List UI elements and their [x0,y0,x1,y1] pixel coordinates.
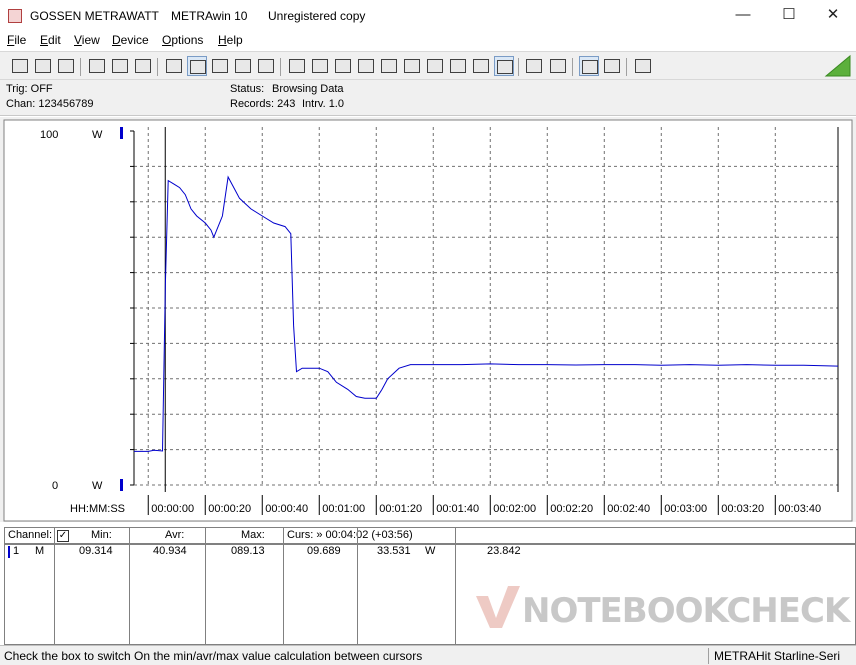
x-tick-label: 00:03:40 [778,503,821,515]
status-bar: Check the box to switch On the min/avr/m… [0,645,856,665]
xy-view-icon[interactable] [210,56,230,76]
row-cursor-1: 09.689 [307,545,341,557]
x-axis-label: HH:MM:SS [70,503,125,515]
row-min: 09.314 [79,545,113,557]
window-title-brand: GOSSEN METRAWATT [30,9,159,23]
x-tick-label: 00:00:00 [151,503,194,515]
channel-list: Chan: 123456789 [6,98,94,110]
x-tick-label: 00:01:40 [436,503,479,515]
row-channel-num: 1 [13,545,20,557]
menu-help[interactable]: Help [218,33,243,47]
y-min-label: 0 [52,480,58,492]
minmax-checkbox[interactable]: ✓ [57,530,69,542]
print-icon[interactable] [524,56,544,76]
minimize-button[interactable]: — [720,0,766,31]
target-icon[interactable] [494,56,514,76]
device-read-icon[interactable] [110,56,130,76]
function-icon[interactable] [379,56,399,76]
interval-value: Intrv. 1.0 [302,98,344,110]
row-unit: W [425,545,436,557]
histogram-icon[interactable] [256,56,276,76]
toolbar [0,51,856,80]
status-label: Status: [230,83,265,95]
chart-area: 00:00:00 00:00:20 00:00:40 00:01:00 00:01:20… [0,117,856,522]
y-max-label: 100 [40,129,58,141]
watermark-text: NOTEBOOKCHECK [522,591,852,631]
keyboard-icon[interactable] [164,56,184,76]
device-connect-icon[interactable] [87,56,107,76]
y-unit-bottom: W [92,480,103,492]
comment-icon[interactable] [633,56,653,76]
x-tick-label: 00:03:20 [721,503,764,515]
status-hint: Check the box to switch On the min/avr/m… [4,649,423,663]
x-tick-label: 00:01:00 [322,503,365,515]
row-cursor-3: 23.842 [487,545,521,557]
trigger-status: Trig: OFF [6,83,53,95]
math-icon[interactable] [402,56,422,76]
x-tick-label: 00:00:40 [265,503,308,515]
open-folder-icon[interactable] [56,56,76,76]
row-max: 089.13 [231,545,265,557]
computer-icon[interactable] [356,56,376,76]
row-avr: 40.934 [153,545,187,557]
header-min: Min: [91,529,112,541]
x-tick-label: 00:00:20 [208,503,251,515]
status-value: Browsing Data [272,83,344,95]
zoom-in-icon[interactable] [579,56,599,76]
title-bar: GOSSEN METRAWATT METRAwin 10 Unregistere… [0,0,856,31]
export-icon[interactable] [287,56,307,76]
waveform-icon[interactable] [425,56,445,76]
print-preview-icon[interactable] [548,56,568,76]
menu-view[interactable]: View [74,33,100,47]
y-unit-top: W [92,129,103,141]
y-min-marker[interactable] [120,479,123,491]
import-icon[interactable] [310,56,330,76]
save-icon[interactable] [10,56,30,76]
table-view-icon[interactable] [233,56,253,76]
menu-file[interactable]: File [7,33,26,47]
x-tick-label: 00:02:00 [493,503,536,515]
app-icon[interactable] [8,9,22,23]
device-stop-icon[interactable] [133,56,153,76]
x-tick-label: 00:02:20 [550,503,593,515]
window-title-app: METRAwin 10 [171,9,248,23]
window-title-license: Unregistered copy [268,9,366,23]
records-count: Records: 243 [230,98,296,110]
close-button[interactable]: ✕ [810,0,856,31]
zoom-out-icon[interactable] [602,56,622,76]
x-tick-label: 00:02:40 [607,503,650,515]
chart-frame [3,119,853,522]
menu-edit[interactable]: Edit [40,33,61,47]
header-max: Max: [241,529,265,541]
info-bar: Trig: OFF Chan: 123456789 Status: Browsi… [0,80,856,116]
x-tick-label: 00:01:20 [379,503,422,515]
x-tick-label: 00:03:00 [664,503,707,515]
menu-options[interactable]: Options [162,33,203,47]
menu-bar: File Edit View Device Options Help [0,31,856,51]
chart-view-icon[interactable] [187,56,207,76]
header-cursor: Curs: » 00:04:02 (+03:56) [287,529,413,541]
notebookcheck-watermark: NOTEBOOKCHECK [476,586,852,631]
header-channel: Channel: [8,529,53,541]
resize-grip-icon [824,54,851,77]
menu-device[interactable]: Device [112,33,149,47]
row-channel-mode: M [35,545,45,557]
power-chart[interactable]: 00:00:00 00:00:20 00:00:40 00:01:00 00:01:20… [0,117,856,522]
header-avr: Avr: [165,529,185,541]
signal-icon[interactable] [448,56,468,76]
row-cursor-2: 33.531 [377,545,411,557]
status-device: METRAHit Starline-Seri [714,649,841,663]
y-max-marker[interactable] [120,127,123,139]
list-icon[interactable] [333,56,353,76]
save-as-icon[interactable] [33,56,53,76]
zoom-settings-icon[interactable] [471,56,491,76]
maximize-button[interactable]: ☐ [766,0,812,31]
